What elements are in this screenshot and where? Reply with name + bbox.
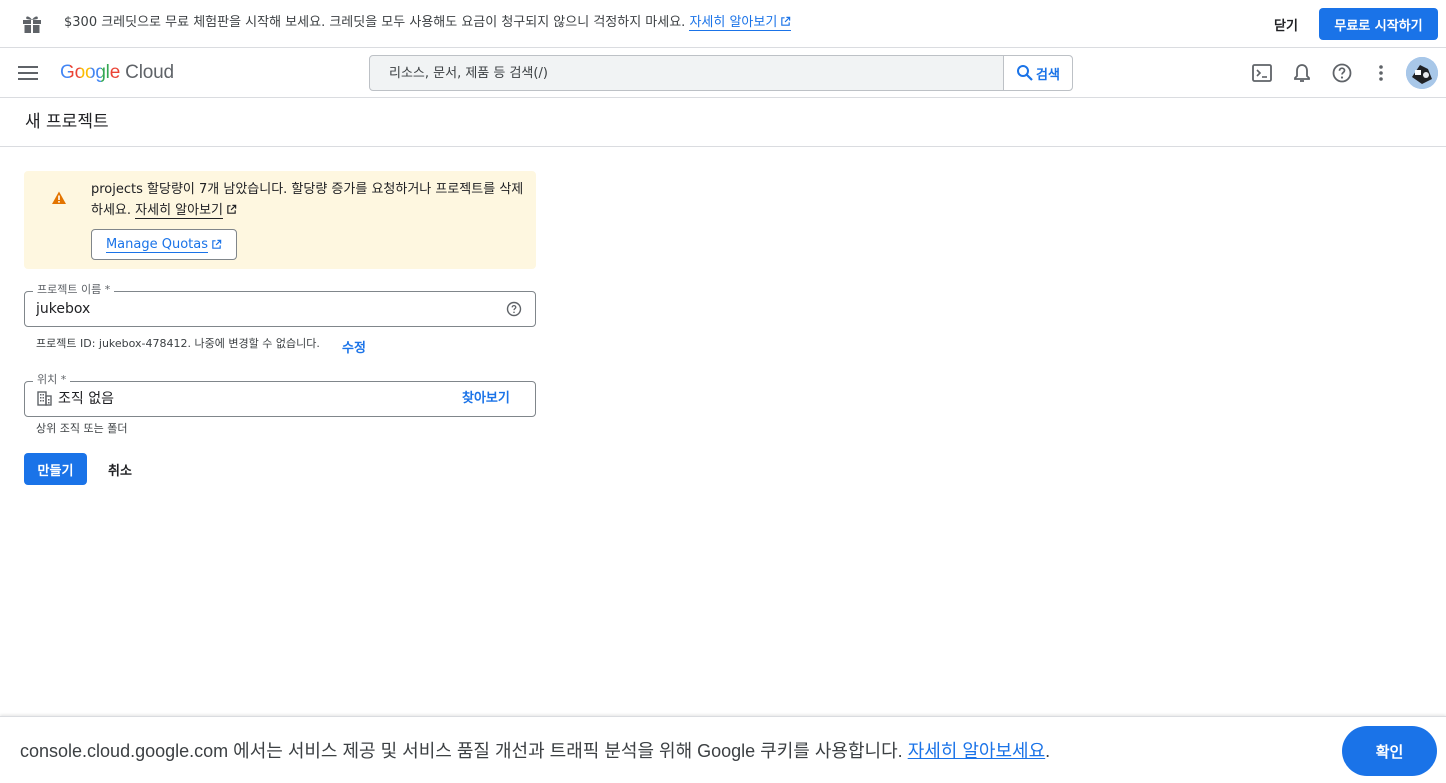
manage-quotas-label: Manage Quotas <box>105 236 209 253</box>
location-label: 위치 * <box>33 373 71 387</box>
start-free-trial-button[interactable]: 무료로 시작하기 <box>1319 8 1438 40</box>
promo-close-button[interactable]: 닫기 <box>1266 9 1306 39</box>
quota-learn-more-link[interactable]: 자세히 알아보기 <box>135 203 224 219</box>
manage-quotas-button[interactable]: Manage Quotas <box>91 229 237 260</box>
project-name-input[interactable] <box>36 299 496 319</box>
cloud-shell-terminal-icon[interactable] <box>1251 62 1273 84</box>
promo-banner: $300 크레딧으로 무료 체험판을 시작해 보세요. 크레딧을 모두 사용해도… <box>0 0 1446 48</box>
search-bar: 검색 <box>369 55 1073 91</box>
location-hint: 상위 조직 또는 폴더 <box>36 422 128 435</box>
browse-location-button[interactable]: 찾아보기 <box>462 388 510 410</box>
cookie-consent-bar: console.cloud.google.com 에서는 서비스 제공 및 서비… <box>0 716 1446 783</box>
location-value: 조직 없음 <box>58 391 114 407</box>
external-link-icon <box>212 239 222 249</box>
organization-building-icon <box>37 391 52 406</box>
project-name-label: 프로젝트 이름 * <box>33 283 115 297</box>
search-icon <box>1017 65 1033 81</box>
promo-text: $300 크레딧으로 무료 체험판을 시작해 보세요. 크레딧을 모두 사용해도… <box>64 14 792 32</box>
cancel-button[interactable]: 취소 <box>100 453 140 485</box>
cookie-ok-button[interactable]: 확인 <box>1342 726 1437 776</box>
project-name-field: 프로젝트 이름 * <box>24 283 536 327</box>
quota-warning-text: projects 할당량이 7개 남았습니다. 할당량 증가를 요청하거나 프로… <box>91 179 531 221</box>
logo-google-text: Google <box>60 62 121 83</box>
hamburger-menu-icon[interactable] <box>18 64 38 82</box>
quota-link-label: 자세히 알아보기 <box>135 203 224 218</box>
warning-icon <box>52 191 66 204</box>
notifications-bell-icon[interactable] <box>1291 62 1313 84</box>
help-question-icon[interactable] <box>1331 62 1353 84</box>
help-circle-icon[interactable] <box>506 301 522 317</box>
user-avatar[interactable] <box>1406 57 1438 89</box>
top-header: Google Cloud 검색 <box>0 49 1446 98</box>
cookie-text: console.cloud.google.com 에서는 서비스 제공 및 서비… <box>20 739 1050 763</box>
promo-learn-more-link[interactable]: 자세히 알아보기 <box>689 15 792 31</box>
external-link-icon <box>227 204 237 214</box>
page-title: 새 프로젝트 <box>25 112 109 132</box>
search-input[interactable] <box>370 56 1004 90</box>
promo-message: $300 크레딧으로 무료 체험판을 시작해 보세요. 크레딧을 모두 사용해도… <box>64 15 686 30</box>
logo-cloud-text: Cloud <box>125 62 174 83</box>
quota-warning-box: projects 할당량이 7개 남았습니다. 할당량 증가를 요청하거나 프로… <box>24 171 536 269</box>
gift-icon <box>23 16 41 33</box>
search-button-label: 검색 <box>1036 67 1060 83</box>
cookie-learn-more-link[interactable]: 자세히 알아보세요 <box>908 741 1045 761</box>
edit-project-id-button[interactable]: 수정 <box>342 337 366 356</box>
create-button[interactable]: 만들기 <box>24 453 87 485</box>
google-cloud-logo[interactable]: Google Cloud <box>60 61 174 85</box>
project-id-hint: 프로젝트 ID: jukebox-478412. 나중에 변경할 수 없습니다. <box>36 337 320 350</box>
search-button[interactable]: 검색 <box>1003 56 1072 90</box>
more-options-icon[interactable] <box>1370 62 1392 84</box>
external-link-icon <box>781 16 791 26</box>
cookie-period: . <box>1045 741 1051 761</box>
location-field: 위치 * 조직 없음 찾아보기 <box>24 373 536 417</box>
avatar-image-icon <box>1406 57 1438 89</box>
page-title-bar: 새 프로젝트 <box>0 98 1446 147</box>
promo-link-label: 자세히 알아보기 <box>689 15 778 30</box>
cookie-message: console.cloud.google.com 에서는 서비스 제공 및 서비… <box>20 741 903 761</box>
